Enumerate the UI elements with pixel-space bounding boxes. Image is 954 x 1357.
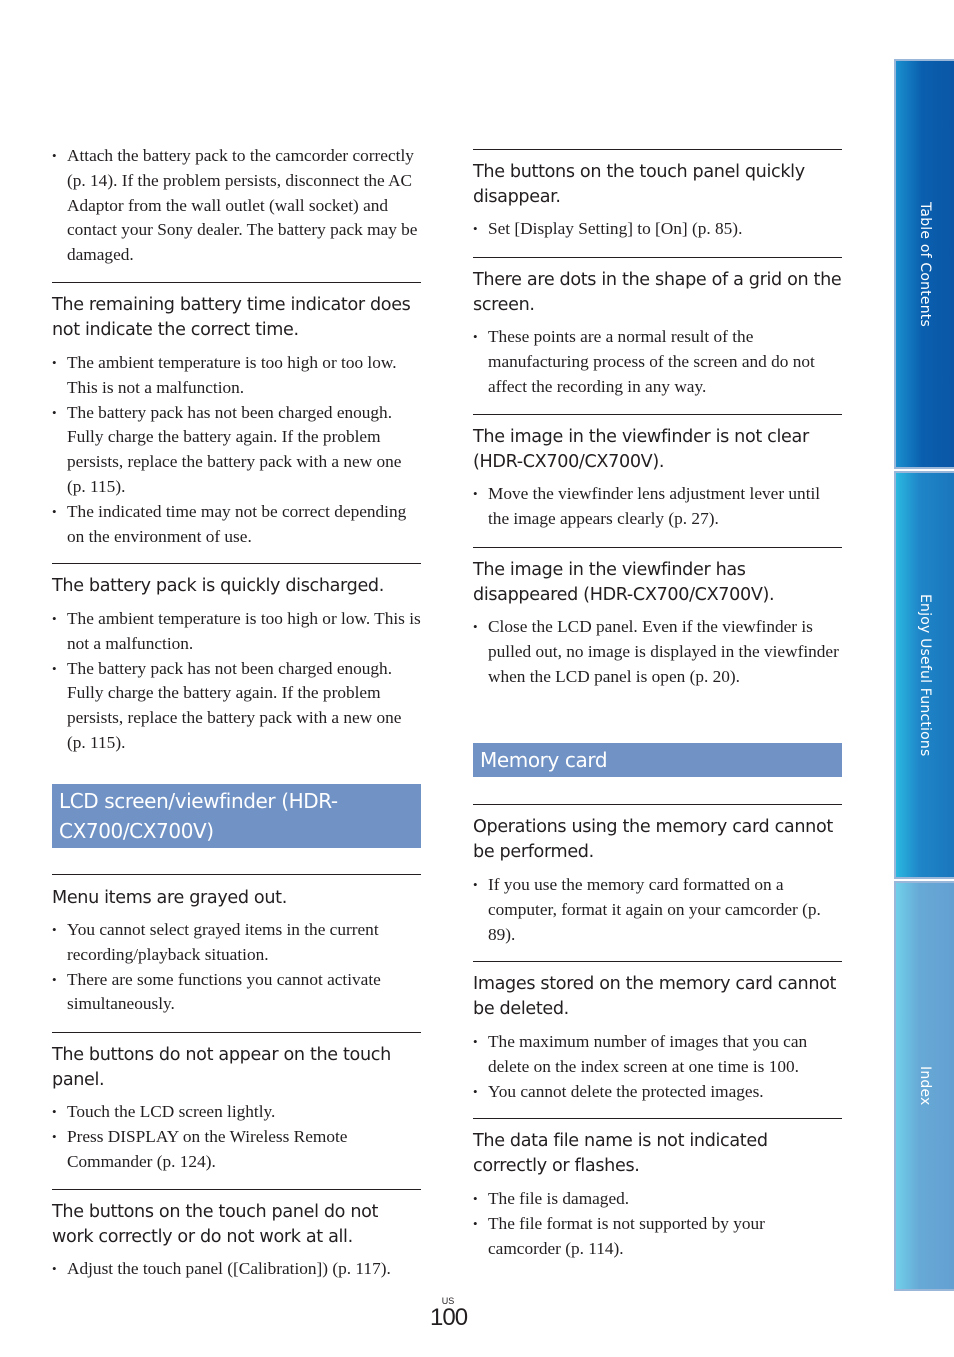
divider [473,1118,842,1119]
bullet-item: The ambient temperature is too high or l… [52,607,421,657]
tab-label: Enjoy Useful Functions [917,593,933,757]
bullet-list: These points are a normal result of the … [473,325,842,399]
trouble-heading: The buttons on the touch panel quickly d… [473,162,805,207]
bullet-item: The maximum number of images that you ca… [473,1030,842,1080]
side-navigation-tabs: Table of Contents Enjoy Useful Functions… [894,59,954,1291]
divider [52,874,421,875]
section-title-memory-card: Memory card [473,743,842,777]
tab-label: Table of Contents [917,201,933,327]
divider [52,1189,421,1190]
trouble-heading: The buttons on the touch panel do not wo… [52,1202,379,1247]
bullet-item: Set [Display Setting] to [On] (p. 85). [473,217,842,242]
bullet-item: Close the LCD panel. Even if the viewfin… [473,615,842,689]
intro-bullet-list: Attach the battery pack to the camcorder… [52,144,421,268]
bullet-item: Touch the LCD screen lightly. [52,1100,421,1125]
trouble-heading: The data file name is not indicated corr… [473,1131,768,1176]
bullet-item: The battery pack has not been charged en… [52,657,421,756]
divider [473,961,842,962]
bullet-item: The file format is not supported by your… [473,1212,842,1262]
bullet-item: These points are a normal result of the … [473,325,842,399]
bullet-list: If you use the memory card formatted on … [473,873,842,947]
trouble-heading: The image in the viewfinder is not clear… [473,427,809,472]
bullet-item: The ambient temperature is too high or t… [52,351,421,401]
tab-label: Index [917,1066,933,1106]
bullet-item: You cannot delete the protected images. [473,1080,842,1105]
bullet-list: The ambient temperature is too high or t… [52,351,421,549]
bullet-item: You cannot select grayed items in the cu… [52,918,421,968]
divider [473,804,842,805]
bullet-list: You cannot select grayed items in the cu… [52,918,421,1017]
bullet-item: If you use the memory card formatted on … [473,873,842,947]
tab-table-of-contents[interactable]: Table of Contents [894,59,954,469]
trouble-heading: The buttons do not appear on the touch p… [52,1045,391,1090]
trouble-heading: The image in the viewfinder has disappea… [473,560,775,605]
bullet-item: Adjust the touch panel ([Calibration]) (… [52,1257,421,1282]
trouble-heading: The remaining battery time indicator doe… [52,295,411,340]
trouble-heading: Images stored on the memory card cannot … [473,974,837,1019]
divider [473,547,842,548]
divider [52,563,421,564]
bullet-item: There are some functions you cannot acti… [52,968,421,1018]
bullet-item: The indicated time may not be correct de… [52,500,421,550]
bullet-list: Set [Display Setting] to [On] (p. 85). [473,217,842,242]
page-number-value: 100 [430,1304,468,1331]
trouble-heading: Menu items are grayed out. [52,888,287,908]
bullet-list: Move the viewfinder lens adjustment leve… [473,482,842,532]
trouble-heading: There are dots in the shape of a grid on… [473,270,842,315]
page-number: US 100 [430,1296,468,1331]
bullet-list: Touch the LCD screen lightly. Press DISP… [52,1100,421,1174]
divider [52,1032,421,1033]
trouble-heading: The battery pack is quickly discharged. [52,576,384,596]
bullet-list: Adjust the touch panel ([Calibration]) (… [52,1257,421,1282]
bullet-item: Press DISPLAY on the Wireless Remote Com… [52,1125,421,1175]
bullet-list: Close the LCD panel. Even if the viewfin… [473,615,842,689]
tab-index[interactable]: Index [894,881,954,1291]
bullet-list: The ambient temperature is too high or l… [52,607,421,756]
divider [473,414,842,415]
bullet-list: The maximum number of images that you ca… [473,1030,842,1104]
tab-enjoy-useful-functions[interactable]: Enjoy Useful Functions [894,471,954,879]
bullet-item: Attach the battery pack to the camcorder… [52,144,421,268]
divider [473,257,842,258]
bullet-item: The battery pack has not been charged en… [52,401,421,500]
bullet-item: Move the viewfinder lens adjustment leve… [473,482,842,532]
bullet-list: The file is damaged. The file format is … [473,1187,842,1261]
divider [473,149,842,150]
bullet-item: The file is damaged. [473,1187,842,1212]
section-title-lcd-screen: LCD screen/viewfinder (HDR-CX700/CX700V) [52,784,421,848]
divider [52,282,421,283]
trouble-heading: Operations using the memory card cannot … [473,817,833,862]
